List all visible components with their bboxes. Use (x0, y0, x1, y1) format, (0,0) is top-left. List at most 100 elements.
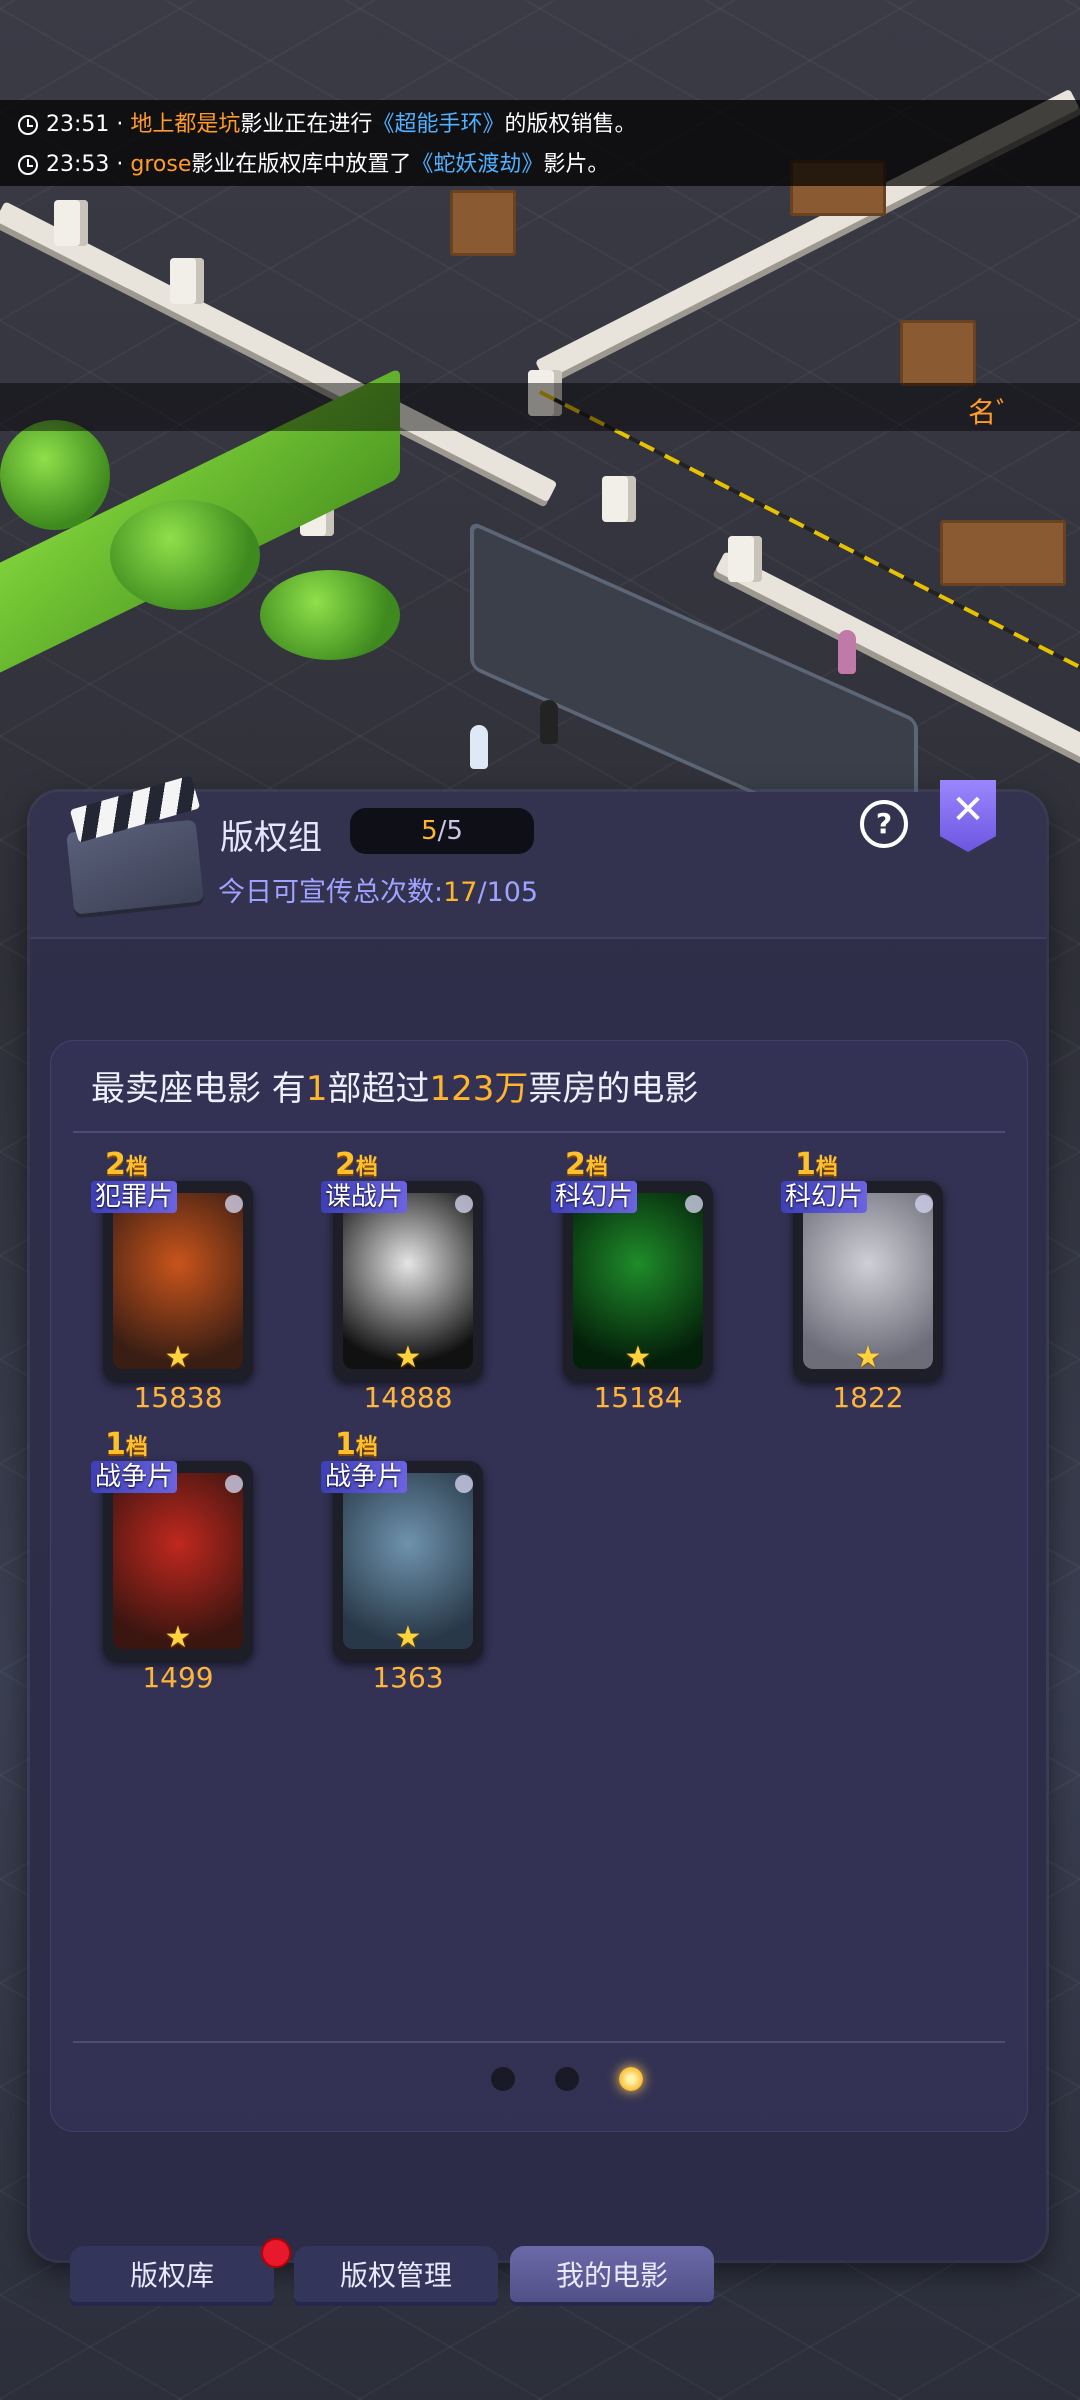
genre-label: 战争片 (321, 1461, 408, 1493)
best-count: 1 (305, 1069, 328, 1109)
star-icon: ★ (854, 1340, 882, 1375)
tier-number: 1 (335, 1427, 356, 1462)
tier-number: 1 (105, 1427, 126, 1462)
npc-person (838, 630, 856, 674)
best-sellers-title: 最卖座电影 有1部超过123万票房的电影 (91, 1061, 698, 1110)
corner-icon (225, 1475, 243, 1493)
side-banner-text: 名ﾞ (967, 396, 1010, 429)
slot-counter: 5/5 (350, 808, 534, 854)
promo-separator: / (477, 877, 487, 908)
star-icon: ★ (164, 1340, 192, 1375)
ticker-line: 23:51 · 地上都是坑影业正在进行《超能手环》的版权销售。 (18, 110, 636, 140)
star-icon: ★ (624, 1340, 652, 1375)
tier-badge: 2档 (335, 1147, 378, 1182)
palm-plant (260, 570, 400, 660)
best-text: 票房的电影 (528, 1069, 699, 1109)
star-icon: ★ (394, 1340, 422, 1375)
promo-current: 17 (443, 877, 478, 908)
panel-title: 版权组 (220, 818, 322, 858)
slot-current: 5 (421, 816, 438, 846)
box-office-value: 1822 (832, 1381, 904, 1414)
tier-badge: 2档 (565, 1147, 608, 1182)
notification-badge (263, 2240, 289, 2266)
film-card[interactable]: ★ 1档 战争片 1363 (321, 1427, 483, 1694)
tier-unit: 档 (585, 1155, 608, 1180)
ticker-text: 的版权销售。 (504, 112, 637, 137)
tab-my-movies[interactable]: 我的电影 (510, 2246, 714, 2306)
ticker-separator: · (116, 112, 124, 137)
genre-label: 科幻片 (781, 1181, 868, 1213)
help-icon[interactable]: ? (860, 800, 908, 848)
tier-unit: 档 (815, 1155, 838, 1180)
genre-label: 科幻片 (551, 1181, 638, 1213)
bottom-tabs: 版权库 版权管理 我的电影 (70, 2240, 970, 2312)
tier-unit: 档 (355, 1435, 378, 1460)
best-text: 部超过 (327, 1069, 430, 1109)
copyright-panel: 版权组 5/5 今日可宣传总次数:17/105 ? ✕ 最卖座电影 有1部超过1… (30, 775, 1046, 2260)
wall-pillar (728, 536, 762, 582)
tier-number: 2 (565, 1147, 586, 1182)
clock-icon (18, 155, 38, 175)
ticker-text: 影业正在进行 (240, 112, 373, 137)
clock-icon (18, 115, 38, 135)
bush (110, 500, 260, 610)
page-dot[interactable] (555, 2067, 579, 2091)
corner-icon (915, 1195, 933, 1213)
genre-label: 犯罪片 (91, 1181, 178, 1213)
slot-total: 5 (446, 816, 463, 846)
tier-unit: 档 (125, 1435, 148, 1460)
ticker-time: 23:53 (46, 152, 110, 177)
ticker-film-link[interactable]: 《超能手环》 (372, 112, 504, 137)
film-card[interactable]: ★ 2档 科幻片 15184 (551, 1147, 713, 1414)
ticker-actor[interactable]: 地上都是坑 (130, 112, 240, 137)
box-office-value: 1499 (142, 1661, 214, 1694)
close-button[interactable]: ✕ (940, 780, 996, 852)
page-dot-active[interactable] (619, 2067, 643, 2091)
npc-person (540, 700, 558, 744)
film-card[interactable]: ★ 1档 战争片 1499 (91, 1427, 253, 1694)
tier-number: 1 (795, 1147, 816, 1182)
clapperboard-icon (60, 775, 210, 916)
tier-number: 2 (335, 1147, 356, 1182)
ticker-time: 23:51 (46, 112, 110, 137)
tab-copyright-management[interactable]: 版权管理 (294, 2246, 498, 2306)
tier-number: 2 (105, 1147, 126, 1182)
film-card[interactable]: ★ 2档 犯罪片 15838 (91, 1147, 253, 1414)
page-dot[interactable] (491, 2067, 515, 2091)
film-card[interactable]: ★ 2档 谍战片 14888 (321, 1147, 483, 1414)
bush (0, 420, 110, 530)
ticker-line: 23:53 · grose影业在版权库中放置了《蛇妖渡劫》影片。 (18, 150, 609, 180)
crate (900, 320, 976, 386)
ticker-actor[interactable]: grose (130, 152, 191, 177)
box-office-value: 15838 (133, 1381, 223, 1414)
genre-label: 谍战片 (321, 1181, 408, 1213)
wall-pillar (54, 200, 88, 246)
tier-badge: 2档 (105, 1147, 148, 1182)
wall-pillar (170, 258, 204, 304)
box-office-value: 15184 (593, 1381, 683, 1414)
box-office-value: 14888 (363, 1381, 453, 1414)
corner-icon (225, 1195, 243, 1213)
corner-icon (455, 1475, 473, 1493)
news-ticker: 23:51 · 地上都是坑影业正在进行《超能手环》的版权销售。 23:53 · … (0, 100, 1080, 186)
tier-badge: 1档 (105, 1427, 148, 1462)
tab-copyright-library[interactable]: 版权库 (70, 2246, 274, 2306)
star-icon: ★ (394, 1620, 422, 1655)
box-office-value: 1363 (372, 1661, 444, 1694)
crate (940, 520, 1066, 586)
panel-header: 版权组 5/5 今日可宣传总次数:17/105 ? ✕ (30, 775, 1046, 939)
divider (73, 1131, 1005, 1133)
star-icon: ★ (164, 1620, 192, 1655)
ticker-text: 影业在版权库中放置了 (191, 152, 412, 177)
ticker-film-link[interactable]: 《蛇妖渡劫》 (411, 152, 543, 177)
genre-label: 战争片 (91, 1461, 178, 1493)
corner-icon (455, 1195, 473, 1213)
divider (73, 2041, 1005, 2043)
npc-person (470, 725, 488, 769)
tier-unit: 档 (355, 1155, 378, 1180)
crate (450, 190, 516, 256)
corner-icon (685, 1195, 703, 1213)
film-card[interactable]: ★ 1档 科幻片 1822 (781, 1147, 943, 1414)
tier-unit: 档 (125, 1155, 148, 1180)
wall-pillar (602, 476, 636, 522)
